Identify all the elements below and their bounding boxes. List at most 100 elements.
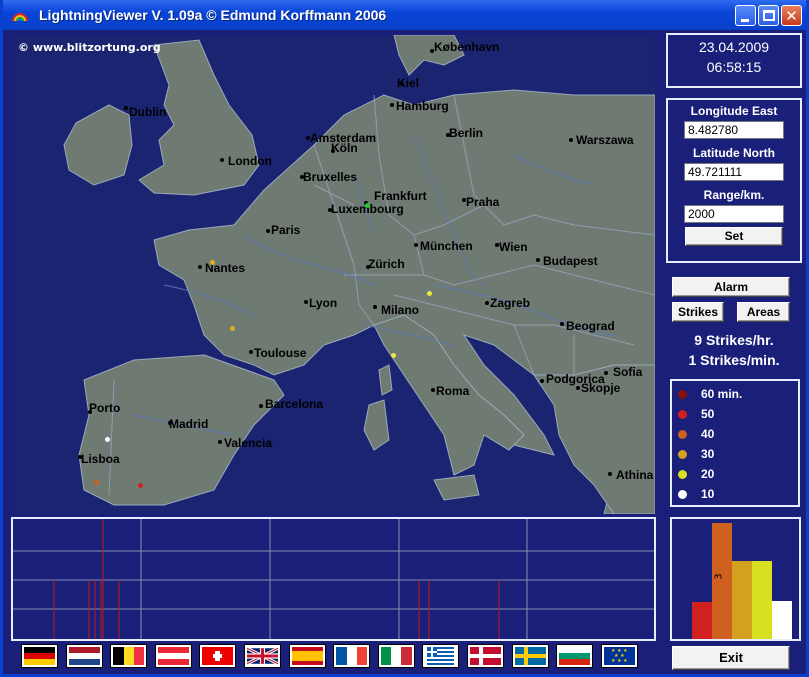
histogram-bar bbox=[752, 561, 772, 639]
flag-bulgaria[interactable] bbox=[556, 644, 594, 668]
minimize-icon bbox=[741, 19, 749, 22]
legend-color-dot bbox=[678, 469, 687, 479]
city-label: Zagreb bbox=[490, 296, 531, 310]
range-field[interactable]: 2000 bbox=[684, 205, 784, 223]
city-dot bbox=[124, 106, 128, 110]
legend-color-dot bbox=[678, 449, 687, 459]
flag-switzerland[interactable] bbox=[199, 644, 237, 668]
legend-row: 30 bbox=[678, 447, 714, 461]
position-panel: Longitude East 8.482780 Latitude North 4… bbox=[666, 98, 802, 263]
title-bar[interactable]: LightningViewer V. 1.09a © Edmund Korffm… bbox=[3, 0, 806, 30]
flag-germany[interactable] bbox=[21, 644, 58, 668]
legend-color-dot bbox=[678, 389, 687, 399]
strike-marker bbox=[391, 353, 396, 358]
flag-sweden[interactable] bbox=[511, 644, 549, 668]
histogram-bar: 3 bbox=[712, 523, 732, 639]
strike-marker bbox=[230, 326, 235, 331]
maximize-icon bbox=[763, 10, 775, 21]
flag-italy[interactable] bbox=[377, 644, 415, 668]
city-label: London bbox=[228, 154, 272, 168]
minimize-button[interactable] bbox=[735, 5, 756, 26]
strike-marker bbox=[105, 437, 110, 442]
legend-row: 60 min. bbox=[678, 387, 742, 401]
histogram-bar-label: 3 bbox=[713, 573, 725, 580]
exit-button[interactable]: Exit bbox=[672, 646, 790, 670]
flag-united-kingdom[interactable] bbox=[244, 644, 281, 668]
longitude-field[interactable]: 8.482780 bbox=[684, 121, 784, 139]
flag-netherlands[interactable] bbox=[65, 644, 103, 668]
areas-button[interactable]: Areas bbox=[737, 302, 790, 322]
flag-greece[interactable] bbox=[422, 644, 460, 668]
city-dot bbox=[431, 388, 435, 392]
city-label: Paris bbox=[271, 223, 301, 237]
flag-belgium[interactable] bbox=[110, 644, 148, 668]
strike-marker bbox=[94, 480, 99, 485]
city-label: Porto bbox=[89, 401, 121, 415]
close-icon: ✕ bbox=[785, 6, 798, 25]
lightning-map[interactable]: © www.blitzortung.org København Kiel Dubli… bbox=[14, 35, 655, 514]
legend-color-dot bbox=[678, 489, 687, 499]
legend-row: 50 bbox=[678, 407, 714, 421]
window-title: LightningViewer V. 1.09a © Edmund Korffm… bbox=[39, 7, 387, 23]
city-label: Sofia bbox=[613, 365, 643, 379]
datetime-panel: 23.04.2009 06:58:15 bbox=[666, 33, 802, 88]
close-button[interactable]: ✕ bbox=[781, 5, 802, 26]
legend-label: 30 bbox=[701, 447, 715, 461]
set-button[interactable]: Set bbox=[685, 227, 783, 246]
flag-european-union[interactable]: ★ ★ ★ ★ ★ ★ ★ ★ bbox=[600, 644, 638, 668]
city-label: Beograd bbox=[566, 319, 615, 333]
legend-label: 10 bbox=[701, 487, 715, 501]
city-label: Dublin bbox=[129, 105, 167, 119]
alarm-button[interactable]: Alarm bbox=[672, 277, 790, 297]
city-label: Frankfurt bbox=[374, 189, 427, 203]
legend-label: 50 bbox=[701, 407, 715, 421]
age-legend: 60 min. 50 40 30 20 10 bbox=[670, 379, 800, 507]
city-label: Berlin bbox=[449, 126, 484, 140]
city-label: København bbox=[434, 40, 500, 54]
flag-austria[interactable] bbox=[154, 644, 192, 668]
city-label: München bbox=[420, 239, 473, 253]
city-dot bbox=[249, 350, 253, 354]
legend-label: 60 min. bbox=[701, 387, 743, 401]
strikes-button[interactable]: Strikes bbox=[672, 302, 724, 322]
maximize-button[interactable] bbox=[758, 5, 779, 26]
city-dot bbox=[220, 158, 224, 162]
date-display: 23.04.2009 bbox=[698, 39, 770, 55]
city-dot bbox=[373, 305, 377, 309]
strikes-per-hour: 9 Strikes/hr. bbox=[694, 332, 774, 348]
flag-denmark[interactable] bbox=[467, 644, 504, 668]
city-label: Madrid bbox=[169, 417, 209, 431]
flag-france[interactable] bbox=[333, 644, 371, 668]
city-dot bbox=[414, 243, 418, 247]
histogram-bar bbox=[692, 602, 712, 639]
flag-spain[interactable] bbox=[288, 644, 326, 668]
city-label: Hamburg bbox=[396, 99, 449, 113]
city-label: Barcelona bbox=[265, 397, 324, 411]
city-dot bbox=[576, 386, 580, 390]
city-dot bbox=[540, 379, 544, 383]
city-dot bbox=[259, 404, 263, 408]
legend-color-dot bbox=[678, 429, 687, 439]
europe-map-graphic bbox=[63, 35, 655, 514]
city-dot bbox=[390, 103, 394, 107]
latitude-label: Latitude North bbox=[693, 146, 775, 160]
legend-label: 40 bbox=[701, 427, 715, 441]
city-dot bbox=[198, 265, 202, 269]
legend-label: 20 bbox=[701, 467, 715, 481]
strike-marker bbox=[138, 483, 143, 488]
legend-row: 20 bbox=[678, 467, 714, 481]
strike-marker bbox=[427, 291, 432, 296]
legend-row: 10 bbox=[678, 487, 714, 501]
city-label: Valencia bbox=[224, 436, 273, 450]
city-label: Praha bbox=[466, 195, 500, 209]
city-dot bbox=[266, 229, 270, 233]
latitude-field[interactable]: 49.721111 bbox=[684, 163, 784, 181]
range-label: Range/km. bbox=[703, 188, 765, 202]
city-dot bbox=[218, 440, 222, 444]
city-label: Roma bbox=[436, 384, 470, 398]
city-dot bbox=[304, 300, 308, 304]
city-label: Budapest bbox=[543, 254, 598, 268]
city-label: Wien bbox=[499, 240, 528, 254]
city-label: Toulouse bbox=[254, 346, 307, 360]
legend-row: 40 bbox=[678, 427, 714, 441]
